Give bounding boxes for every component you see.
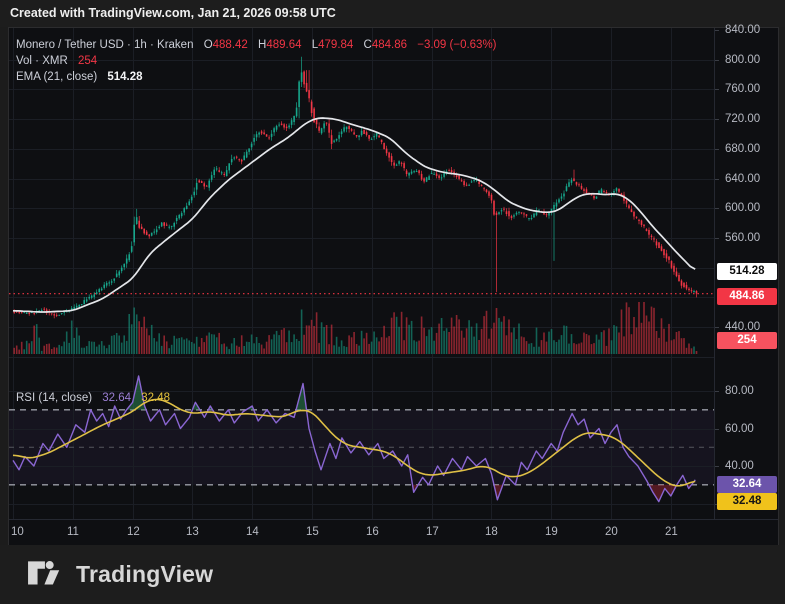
volume-label: Vol · XMR — [16, 55, 68, 67]
footer-bar: TradingView — [0, 545, 785, 604]
ema-value: 514.28 — [107, 71, 142, 83]
price-tick-label: 680.00 — [725, 142, 760, 156]
ema-value-badge: 514.28 — [717, 263, 777, 280]
rsi-legend: RSI (14, close) 32.64 32.48 — [16, 390, 170, 406]
main-legend: Monero / Tether USD · 1h · Kraken O488.4… — [16, 37, 497, 85]
price-tick-label: 640.00 — [725, 172, 760, 186]
tick-mark — [715, 466, 719, 467]
time-tick-label: 11 — [67, 526, 79, 538]
rsi-pane[interactable] — [9, 358, 714, 519]
close-label: C — [364, 39, 372, 51]
chart-container: Monero / Tether USD · 1h · Kraken O488.4… — [8, 27, 779, 547]
time-tick-label: 14 — [246, 526, 259, 538]
time-tick-label: 18 — [485, 526, 498, 538]
rsi-value-badge: 32.64 — [717, 476, 777, 493]
symbol-title: Monero / Tether USD · 1h · Kraken — [16, 39, 193, 51]
screenshot-root: Created with TradingView.com, Jan 21, 20… — [0, 0, 785, 604]
rsi-value: 32.64 — [102, 392, 131, 404]
high-value: 489.64 — [266, 39, 301, 51]
change-value: −3.09 (−0.63%) — [417, 39, 496, 51]
tick-mark — [715, 119, 719, 120]
tick-mark — [715, 60, 719, 61]
rsi-tick-label: 60.00 — [725, 422, 754, 436]
creation-banner-text: Created with TradingView.com, Jan 21, 20… — [10, 6, 336, 20]
ema-row: EMA (21, close) 514.28 — [16, 69, 497, 85]
tick-mark — [715, 149, 719, 150]
time-tick-label: 21 — [665, 526, 678, 538]
open-label: O — [204, 39, 213, 51]
price-tick-label: 800.00 — [725, 53, 760, 67]
tick-mark — [715, 327, 719, 328]
time-tick-label: 10 — [11, 526, 24, 538]
tick-mark — [715, 89, 719, 90]
rsi-label: RSI (14, close) — [16, 392, 92, 404]
price-tick-label: 840.00 — [725, 23, 760, 37]
time-scale[interactable]: 10 11 12 13 14 15 16 17 18 19 20 21 — [9, 519, 778, 547]
rsi-ma-value: 32.48 — [141, 392, 170, 404]
price-tick-label: 760.00 — [725, 82, 760, 96]
price-tick-label: 560.00 — [725, 231, 760, 245]
creation-banner: Created with TradingView.com, Jan 21, 20… — [0, 0, 785, 27]
last-price-badge: 484.86 — [717, 288, 777, 305]
price-tick-label: 600.00 — [725, 201, 760, 215]
ema-line — [13, 118, 695, 312]
time-tick-label: 15 — [306, 526, 319, 538]
tradingview-logo-icon — [27, 556, 65, 592]
low-value: 479.84 — [318, 39, 353, 51]
volume-value-badge: 254 — [717, 332, 777, 349]
time-tick-label: 20 — [605, 526, 618, 538]
time-tick-label: 16 — [366, 526, 379, 538]
rsi-tick-label: 40.00 — [725, 459, 754, 473]
rsi-ma-value-badge: 32.48 — [717, 493, 777, 510]
time-tick-label: 13 — [186, 526, 199, 538]
time-tick-label: 12 — [127, 526, 140, 538]
time-tick-label: 19 — [545, 526, 558, 538]
rsi-tick-label: 80.00 — [725, 384, 754, 398]
tradingview-wordmark: TradingView — [76, 561, 213, 588]
tick-mark — [715, 208, 719, 209]
tick-mark — [715, 429, 719, 430]
tick-mark — [715, 179, 719, 180]
rsi-legend-wrap: RSI (14, close) 32.64 32.48 — [9, 385, 714, 405]
pane-separator — [9, 357, 714, 358]
candlestick-series — [13, 57, 697, 319]
close-value: 484.86 — [372, 39, 407, 51]
symbol-row: Monero / Tether USD · 1h · Kraken O488.4… — [16, 37, 497, 53]
tradingview-logo[interactable]: TradingView — [27, 556, 213, 592]
open-value: 488.42 — [213, 39, 248, 51]
tick-mark — [715, 238, 719, 239]
tick-mark — [715, 30, 719, 31]
tick-mark — [715, 391, 719, 392]
ema-label: EMA (21, close) — [16, 71, 97, 83]
price-tick-label: 720.00 — [725, 112, 760, 126]
volume-value: 254 — [78, 55, 97, 67]
time-tick-label: 17 — [426, 526, 439, 538]
volume-row: Vol · XMR 254 — [16, 53, 497, 69]
price-scale[interactable]: 840.00800.00760.00720.00680.00640.00600.… — [714, 28, 779, 519]
